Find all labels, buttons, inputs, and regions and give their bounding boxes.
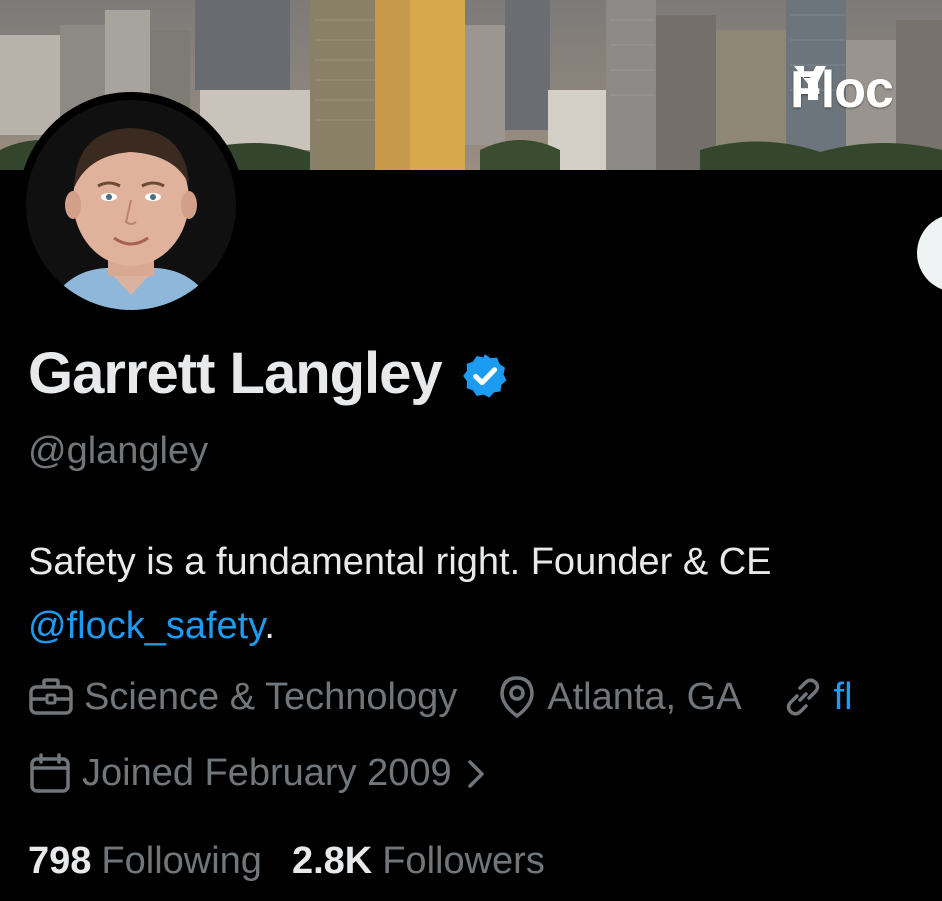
link-icon [786,678,819,716]
followers-label: Followers [382,840,545,882]
profile-bio: Safety is a fundamental right. Founder &… [28,530,772,658]
bio-end: . [264,605,275,647]
banner-brand-logo: Floc [790,60,894,120]
profile-handle: @glangley [28,430,209,472]
followers-count: 2.8K [291,840,373,882]
following-label: Following [101,840,262,882]
chevron-right-icon [467,759,484,788]
joined-row[interactable]: Joined February 2009 [28,752,496,795]
category-label: Science & Technology [84,675,458,718]
profile-page: Floc Garrett Langley @glangley Safety is… [0,0,942,901]
avatar-portrait-image [26,100,236,310]
website-item[interactable]: fl [782,676,853,719]
following-stat[interactable]: 798 Following [28,840,262,883]
verified-badge-icon[interactable] [460,351,510,401]
bio-mention-link[interactable]: @flock_safety [28,605,264,647]
website-link[interactable]: fl [834,676,853,719]
follow-stats: 798 Following 2.8K Followers [28,840,575,883]
avatar-photo [26,100,236,310]
profile-name-row: Garrett Langley [28,340,510,407]
calendar-icon [30,752,70,793]
location-pin-icon [500,676,534,719]
display-name: Garrett Langley [28,341,443,406]
location-label: Atlanta, GA [547,675,742,718]
avatar[interactable] [18,92,244,318]
profile-meta-row: Science & Technology Atlanta, GA fl [28,675,893,719]
flock-logo-icon [794,66,826,100]
followers-stat[interactable]: 2.8K Followers [292,840,545,883]
bio-line-2: @flock_safety. [28,594,772,658]
joined-label: Joined February 2009 [82,752,452,794]
location-item: Atlanta, GA [497,675,742,719]
follow-button[interactable] [917,214,942,292]
bio-line-1: Safety is a fundamental right. Founder &… [28,541,772,583]
briefcase-icon [29,678,73,715]
following-count: 798 [28,840,92,882]
category-item: Science & Technology [28,676,457,719]
